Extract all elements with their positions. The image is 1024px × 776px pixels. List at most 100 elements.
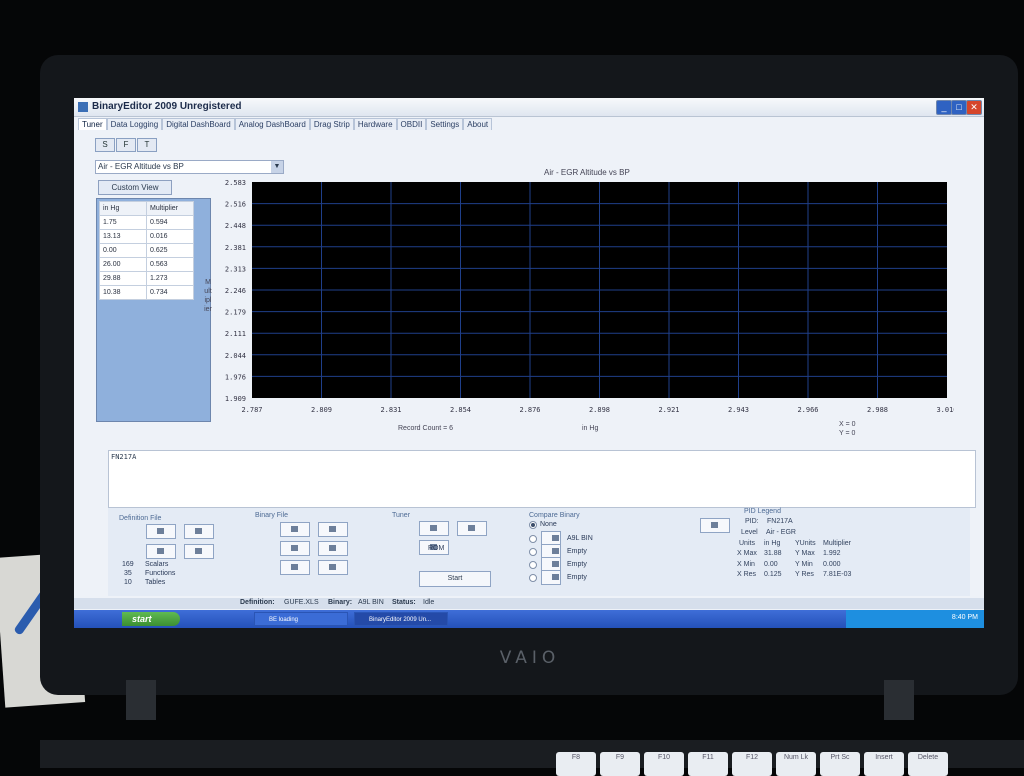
upload-button[interactable] — [419, 521, 449, 536]
x-tick-label: 2.898 — [589, 406, 610, 414]
save-definition-button[interactable] — [184, 524, 214, 539]
tab-about[interactable]: About — [463, 118, 493, 130]
load-compare-button[interactable] — [541, 570, 561, 585]
units-label: Units — [739, 540, 755, 547]
x-tick-label: 2.943 — [728, 406, 749, 414]
tab-digital-dashboard[interactable]: Digital DashBoard — [162, 118, 235, 130]
definition-file-title: Definition File — [119, 515, 162, 522]
f-button[interactable]: F — [116, 138, 136, 152]
table-row: 13.13 0.016 — [99, 229, 194, 244]
compare-radio[interactable] — [529, 574, 537, 582]
swap-button[interactable] — [700, 518, 730, 533]
record-count: Record Count = 6 — [398, 425, 454, 432]
taskbar: start BE loading BinaryEditor 2009 Un...… — [74, 610, 984, 628]
open-binary-button[interactable] — [280, 522, 310, 537]
window-title: BinaryEditor 2009 Unregistered — [92, 101, 242, 112]
table-cell[interactable]: 0.016 — [146, 229, 194, 244]
table-row: 29.88 1.273 — [99, 271, 194, 286]
compare-radio[interactable] — [529, 535, 537, 543]
table-cell[interactable]: 1.75 — [99, 215, 147, 230]
table-cell[interactable]: 29.88 — [99, 271, 147, 286]
xmax-label: X Max — [737, 550, 757, 557]
tab-drag-strip[interactable]: Drag Strip — [309, 118, 354, 130]
key: Insert — [864, 752, 904, 776]
table-cell[interactable]: 0.563 — [146, 257, 194, 272]
status-value[interactable]: Idle — [423, 599, 434, 606]
minimize-button[interactable]: _ — [936, 100, 952, 115]
key: F10 — [644, 752, 684, 776]
x-readout: X = 0 — [839, 421, 856, 428]
definition-status-label: Definition: — [240, 599, 275, 606]
binary-tool-button[interactable] — [318, 560, 348, 575]
table-cell[interactable]: 0.594 — [146, 215, 194, 230]
table-cell[interactable]: 0.734 — [146, 285, 194, 300]
x-tick-label: 2.988 — [867, 406, 888, 414]
column-header: Multiplier — [146, 201, 194, 216]
x-tick-label: 2.787 — [241, 406, 262, 414]
maximize-button[interactable]: □ — [951, 100, 967, 115]
table-selector[interactable]: Air - EGR Altitude vs BP ▼ — [95, 160, 284, 174]
chevron-down-icon[interactable]: ▼ — [271, 161, 283, 173]
notes-box[interactable]: FN217A — [108, 450, 976, 508]
binary-tool-button[interactable] — [280, 541, 310, 556]
yunits-value: Multiplier — [823, 540, 852, 547]
compare-none-radio[interactable] — [529, 521, 537, 529]
y-tick-label: 2.381 — [225, 244, 246, 252]
tab-analog-dashboard[interactable]: Analog DashBoard — [234, 118, 310, 130]
binary-tool-button[interactable] — [280, 560, 310, 575]
rom-label: ROM — [428, 545, 445, 552]
ymin-value: 0.000 — [823, 561, 841, 568]
tab-tuner[interactable]: Tuner — [78, 118, 107, 130]
level-label: Level — [741, 529, 758, 536]
xmin-value: 0.00 — [764, 561, 778, 568]
key: Prt Sc — [820, 752, 860, 776]
s-button[interactable]: S — [95, 138, 115, 152]
compare-radio[interactable] — [529, 561, 537, 569]
table-cell[interactable]: 13.13 — [99, 229, 147, 244]
left-hinge — [126, 680, 156, 720]
status-bar: Definition: GUFE.XLS Binary: A9L BIN Sta… — [74, 598, 984, 609]
download-button[interactable] — [457, 521, 487, 536]
table-cell[interactable]: 10.38 — [99, 285, 147, 300]
start-button[interactable]: start — [122, 612, 180, 626]
save-binary-button[interactable] — [318, 522, 348, 537]
custom-view-button[interactable]: Custom View — [98, 180, 172, 195]
table-selector-value: Air - EGR Altitude vs BP — [98, 162, 184, 171]
start-tuner-button[interactable]: Start — [419, 571, 491, 587]
tab-hardware[interactable]: Hardware — [353, 118, 397, 130]
chart[interactable]: 2.787 2.809 2.831 2.854 2.876 2.898 2.921 2.943… — [204, 176, 954, 421]
t-button[interactable]: T — [137, 138, 157, 152]
binary-tool-button[interactable] — [318, 541, 348, 556]
search-definition-button[interactable] — [184, 544, 214, 559]
table-cell[interactable]: 1.273 — [146, 271, 194, 286]
table-row: 0.00 0.625 — [99, 243, 194, 258]
ymax-label: Y Max — [795, 550, 815, 557]
tables-label: Tables — [145, 579, 166, 586]
tab-data-logging[interactable]: Data Logging — [106, 118, 163, 130]
compare-binary-title: Compare Binary — [529, 512, 580, 519]
y-readout: Y = 0 — [839, 430, 856, 437]
open-definition-button[interactable] — [146, 524, 176, 539]
key: F11 — [688, 752, 728, 776]
edit-definition-button[interactable] — [146, 544, 176, 559]
table-cell[interactable]: 0.625 — [146, 243, 194, 258]
table-cell[interactable]: 0.00 — [99, 243, 147, 258]
taskbar-item[interactable]: BE loading — [254, 612, 348, 626]
key: F9 — [600, 752, 640, 776]
table-cell[interactable]: 26.00 — [99, 257, 147, 272]
compare-radio[interactable] — [529, 548, 537, 556]
key: Delete — [908, 752, 948, 776]
x-tick-label: 2.876 — [519, 406, 540, 414]
tab-settings[interactable]: Settings — [426, 118, 464, 130]
binary-status-label: Binary: — [328, 599, 353, 606]
y-tick-label: 2.179 — [225, 309, 246, 317]
data-table: in Hg Multiplier 1.75 0.594 13.13 0.016 … — [99, 201, 194, 300]
y-tick-label: 2.246 — [225, 287, 246, 295]
ymax-value: 1.992 — [823, 550, 841, 557]
x-tick-label: 2.854 — [450, 406, 471, 414]
xres-label: X Res — [737, 571, 757, 578]
close-button[interactable]: ✕ — [966, 100, 982, 115]
taskbar-item[interactable]: BinaryEditor 2009 Un... — [354, 612, 448, 626]
clock: 8:40 PM — [951, 614, 978, 621]
tab-obdii[interactable]: OBDII — [396, 118, 427, 130]
